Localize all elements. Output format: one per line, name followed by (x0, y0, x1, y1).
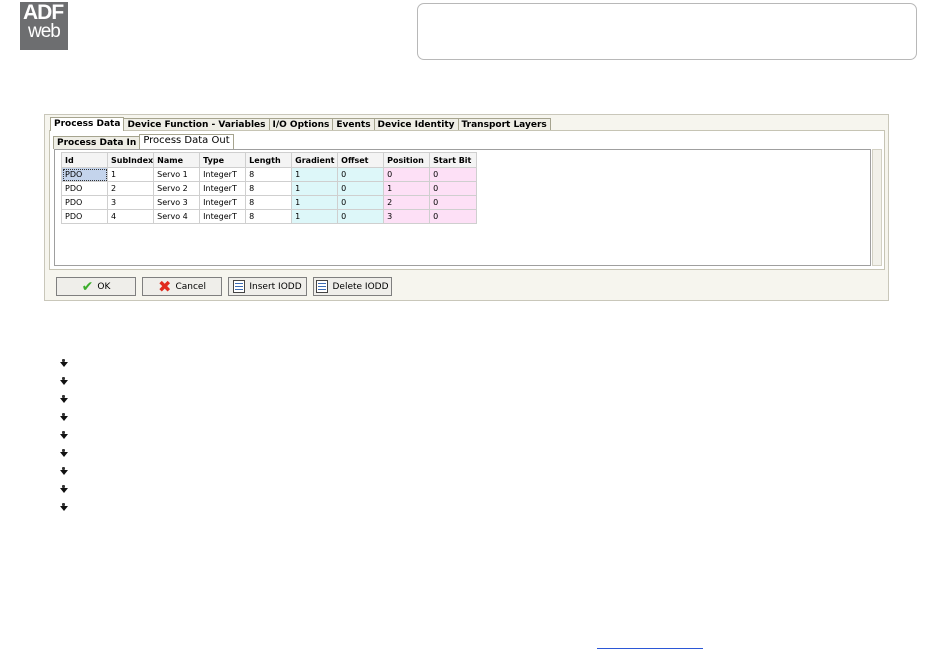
bullet-list (60, 354, 69, 516)
cell-type[interactable]: IntegerT (199, 209, 247, 224)
cell-id[interactable]: PDO (61, 195, 108, 210)
cell-length[interactable]: 8 (245, 209, 293, 224)
list-item (60, 462, 69, 480)
cell-start-bit[interactable]: 0 (429, 195, 478, 210)
cell-subindex[interactable]: 1 (106, 167, 155, 182)
list-item (60, 408, 69, 426)
cell-length[interactable]: 8 (245, 181, 293, 196)
cancel-button[interactable]: ✖ Cancel (142, 277, 222, 296)
insert-iodd-button[interactable]: Insert IODD (228, 277, 307, 296)
cell-id[interactable]: PDO (61, 167, 108, 182)
list-item (60, 498, 69, 516)
table-row[interactable]: PDO 2 Servo 2 IntegerT 8 1 0 1 0 (61, 181, 478, 196)
bullet-icon (60, 430, 69, 440)
cell-length[interactable]: 8 (245, 195, 293, 210)
cell-name[interactable]: Servo 1 (153, 167, 201, 182)
insert-document-icon (233, 280, 246, 293)
table-row[interactable]: PDO 4 Servo 4 IntegerT 8 1 0 3 0 (61, 209, 478, 224)
sub-tab-bar: Process Data In Process Data Out (53, 134, 234, 149)
process-data-window: Process Data Device Function - Variables… (44, 114, 889, 301)
cell-gradient[interactable]: 1 (291, 195, 339, 210)
vertical-scrollbar[interactable] (872, 149, 882, 266)
list-item (60, 354, 69, 372)
bullet-icon (60, 394, 69, 404)
tab-process-data-out[interactable]: Process Data Out (139, 134, 234, 149)
cell-id[interactable]: PDO (61, 209, 108, 224)
bullet-icon (60, 376, 69, 386)
column-header-subindex[interactable]: SubIndex (106, 152, 155, 168)
table-header-row: Id SubIndex Name Type Length Gradient Of… (61, 152, 478, 168)
process-data-panel: Process Data In Process Data Out Id SubI… (49, 130, 885, 270)
ok-button[interactable]: ✔ OK (56, 277, 136, 296)
cell-name[interactable]: Servo 3 (153, 195, 201, 210)
list-item (60, 372, 69, 390)
column-header-offset[interactable]: Offset (337, 152, 385, 168)
list-item (60, 390, 69, 408)
cancel-button-label: Cancel (175, 281, 206, 292)
delete-iodd-label: Delete IODD (332, 281, 389, 292)
bullet-icon (60, 412, 69, 422)
bullet-icon (60, 484, 69, 494)
process-data-grid: Id SubIndex Name Type Length Gradient Of… (54, 149, 871, 266)
cell-type[interactable]: IntegerT (199, 181, 247, 196)
column-header-start-bit[interactable]: Start Bit (429, 152, 478, 168)
process-data-table: Id SubIndex Name Type Length Gradient Of… (61, 152, 478, 224)
footer-link[interactable] (597, 637, 703, 649)
cell-start-bit[interactable]: 0 (429, 167, 478, 182)
list-item (60, 444, 69, 462)
column-header-name[interactable]: Name (153, 152, 201, 168)
cell-type[interactable]: IntegerT (199, 167, 247, 182)
header-box (417, 3, 917, 60)
cell-offset[interactable]: 0 (337, 209, 385, 224)
cell-offset[interactable]: 0 (337, 167, 385, 182)
cell-start-bit[interactable]: 0 (429, 209, 478, 224)
insert-iodd-label: Insert IODD (249, 281, 302, 292)
cell-position[interactable]: 0 (383, 167, 431, 182)
cell-name[interactable]: Servo 2 (153, 181, 201, 196)
bullet-icon (60, 448, 69, 458)
adfweb-logo: ADF web (20, 1, 68, 50)
cell-gradient[interactable]: 1 (291, 209, 339, 224)
bullet-icon (60, 466, 69, 476)
delete-iodd-button[interactable]: Delete IODD (313, 277, 392, 296)
cell-name[interactable]: Servo 4 (153, 209, 201, 224)
list-item (60, 426, 69, 444)
table-row[interactable]: PDO 1 Servo 1 IntegerT 8 1 0 0 0 (61, 167, 478, 182)
column-header-type[interactable]: Type (199, 152, 247, 168)
cell-subindex[interactable]: 4 (106, 209, 155, 224)
cell-id[interactable]: PDO (61, 181, 108, 196)
cell-offset[interactable]: 0 (337, 195, 385, 210)
cell-start-bit[interactable]: 0 (429, 181, 478, 196)
cell-position[interactable]: 3 (383, 209, 431, 224)
red-x-icon: ✖ (158, 276, 172, 296)
bullet-icon (60, 358, 69, 368)
delete-document-icon (316, 280, 329, 293)
cell-position[interactable]: 2 (383, 195, 431, 210)
ok-button-label: OK (97, 281, 111, 292)
column-header-position[interactable]: Position (383, 152, 431, 168)
cell-length[interactable]: 8 (245, 167, 293, 182)
column-header-length[interactable]: Length (245, 152, 293, 168)
table-row[interactable]: PDO 3 Servo 3 IntegerT 8 1 0 2 0 (61, 195, 478, 210)
cell-subindex[interactable]: 2 (106, 181, 155, 196)
cell-subindex[interactable]: 3 (106, 195, 155, 210)
cell-gradient[interactable]: 1 (291, 181, 339, 196)
bullet-icon (60, 502, 69, 512)
tab-process-data-in[interactable]: Process Data In (53, 136, 141, 149)
list-item (60, 480, 69, 498)
cell-offset[interactable]: 0 (337, 181, 385, 196)
main-tab-bar: Process Data Device Function - Variables… (50, 117, 551, 131)
cell-position[interactable]: 1 (383, 181, 431, 196)
tab-process-data[interactable]: Process Data (50, 117, 125, 131)
column-header-gradient[interactable]: Gradient (291, 152, 339, 168)
logo-text-bottom: web (28, 21, 61, 42)
column-header-id[interactable]: Id (61, 152, 108, 168)
cell-gradient[interactable]: 1 (291, 167, 339, 182)
checkmark-icon: ✔ (81, 278, 94, 295)
cell-type[interactable]: IntegerT (199, 195, 247, 210)
